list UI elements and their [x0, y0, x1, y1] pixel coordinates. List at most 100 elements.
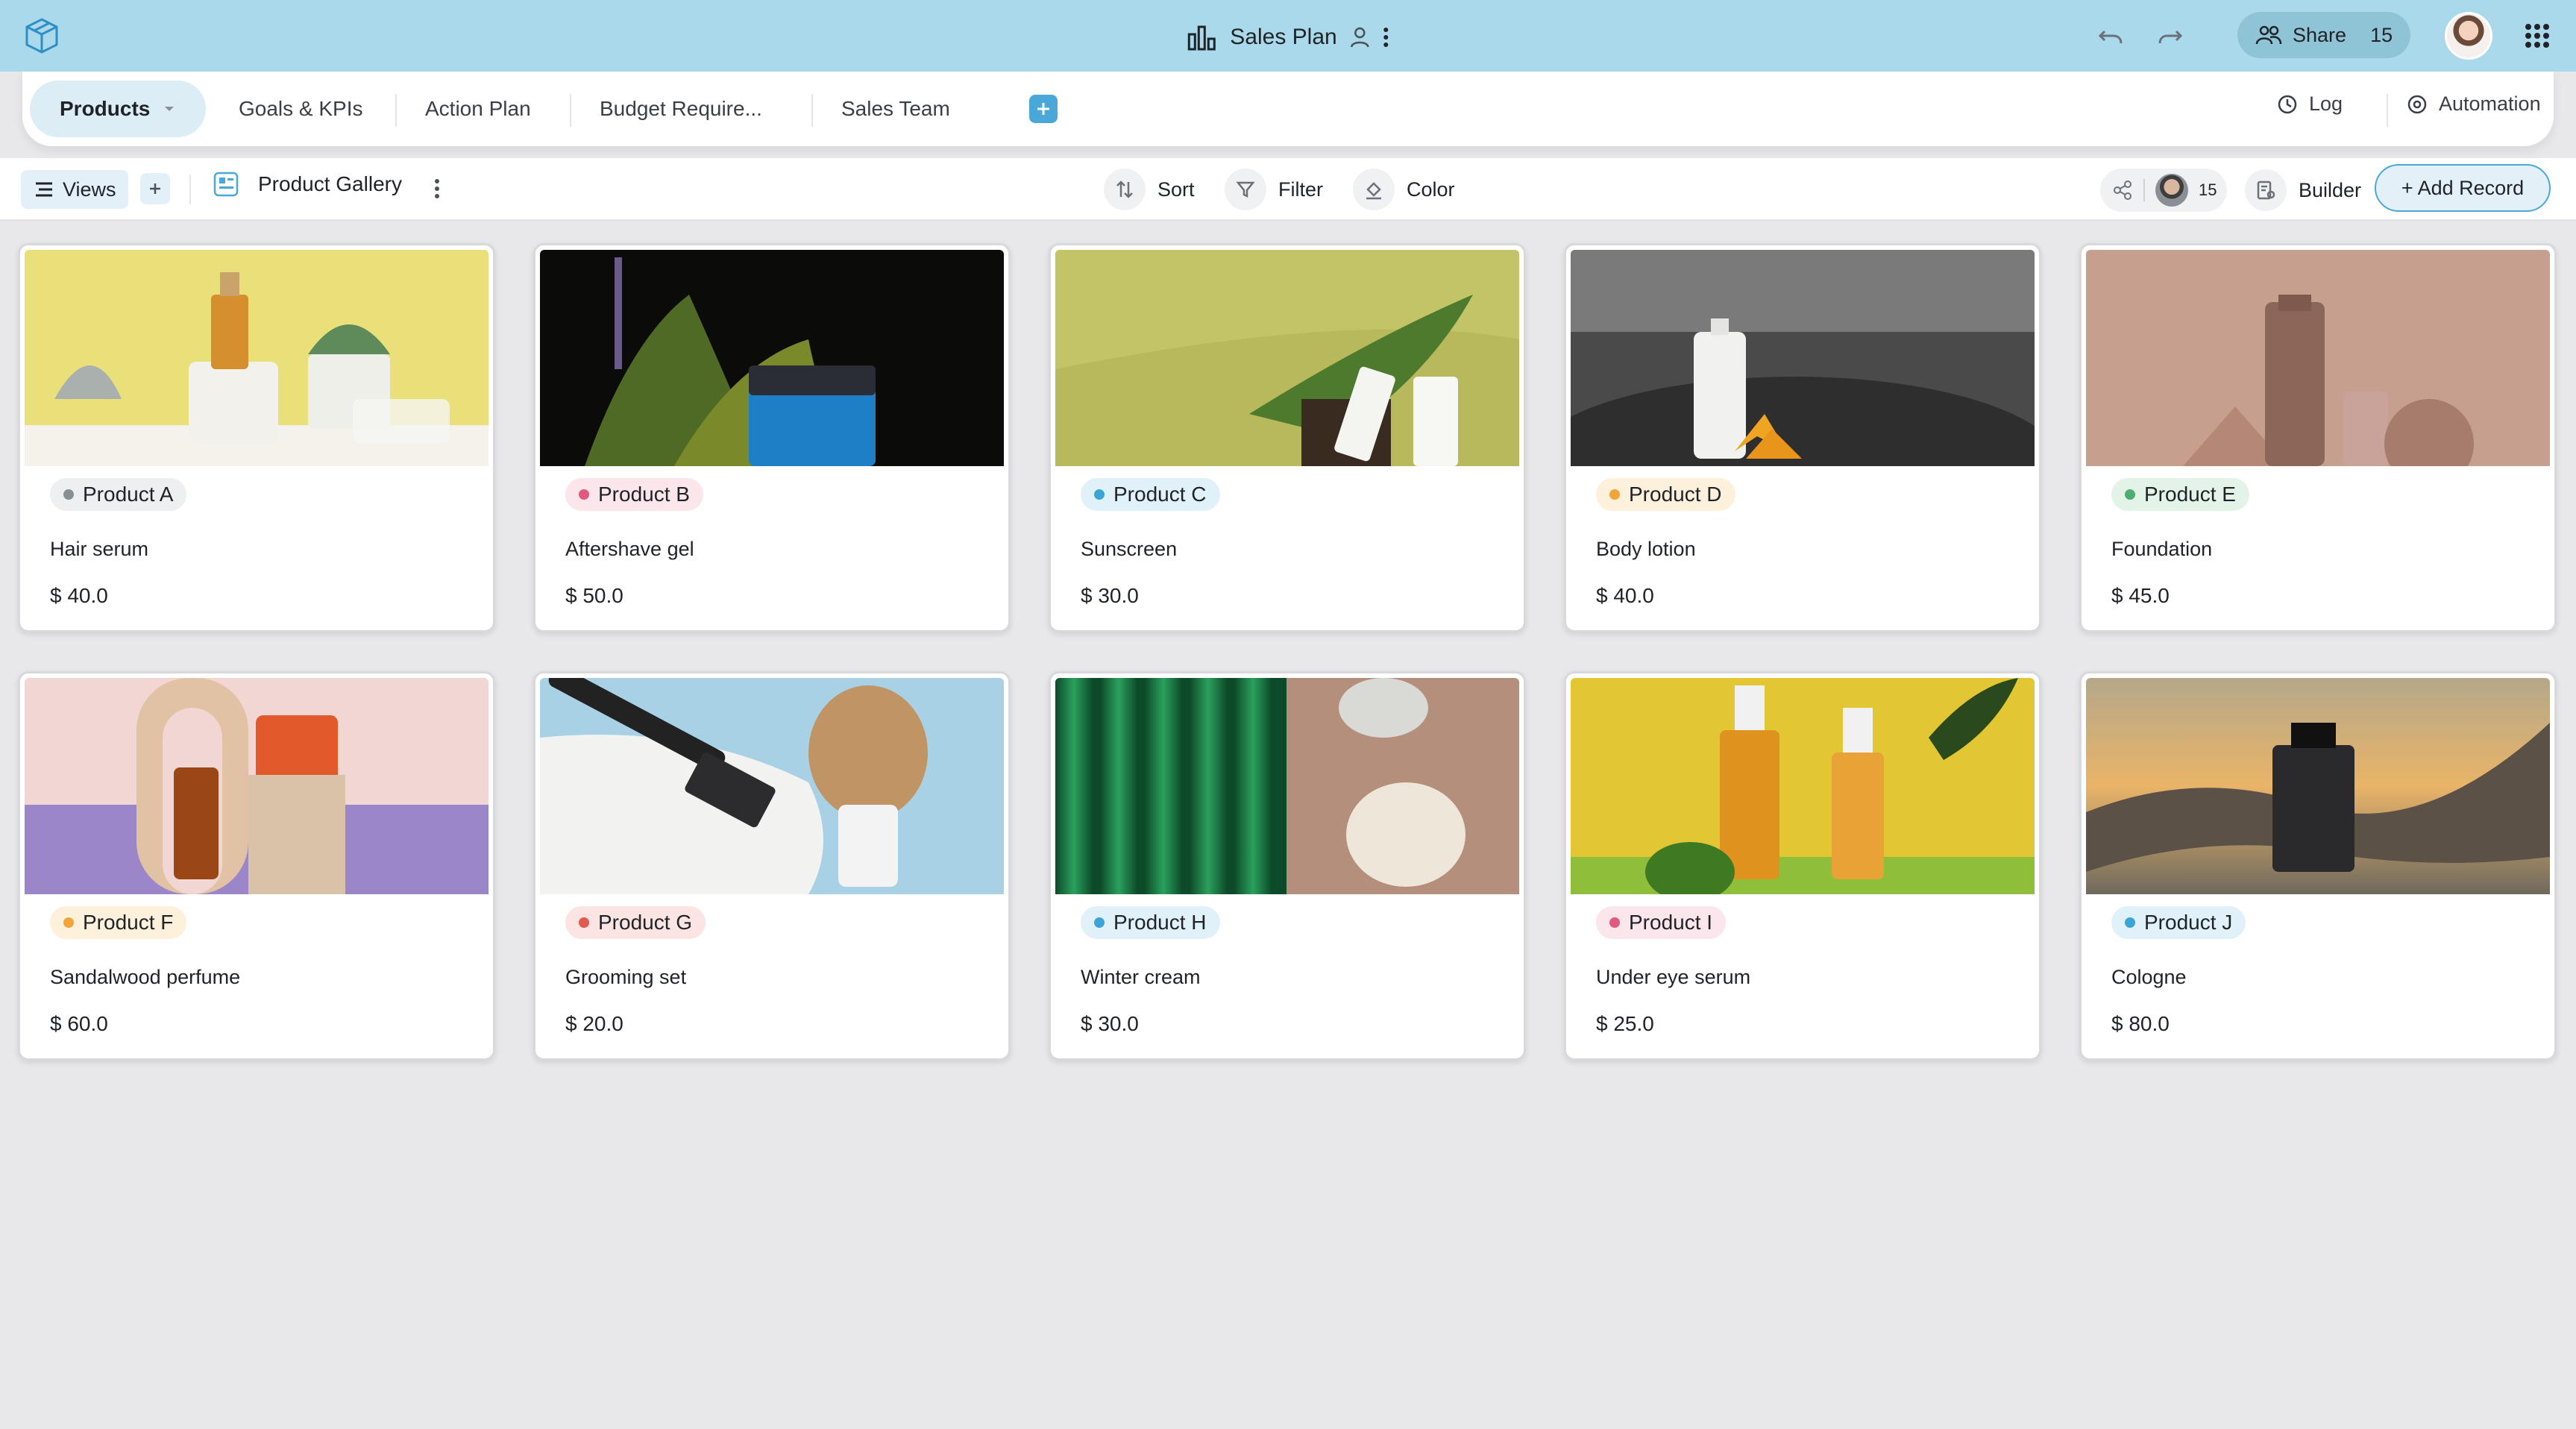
product-name: Sandalwood perfume [50, 966, 241, 988]
redo-icon[interactable] [2155, 21, 2185, 51]
filter-button[interactable]: Filter [1225, 169, 1323, 210]
product-price: $ 50.0 [565, 584, 623, 607]
gallery-card[interactable]: Product G Grooming set $ 20.0 [533, 671, 1011, 1061]
product-image [2086, 678, 2550, 894]
product-name: Grooming set [565, 966, 687, 988]
gallery-card[interactable]: Product I Under eye serum $ 25.0 [1564, 671, 2041, 1061]
product-name: Body lotion [1596, 538, 1696, 560]
tab-goals-kpis[interactable]: Goals & KPIs [239, 81, 363, 137]
filter-icon [1225, 169, 1266, 210]
gallery-card[interactable]: Product C Sunscreen $ 30.0 [1049, 243, 1526, 632]
share-button[interactable]: Share 15 [2237, 12, 2410, 58]
tag-label: Product H [1113, 911, 1207, 934]
product-tag: Product B [565, 478, 703, 511]
gallery-card[interactable]: Product E Foundation $ 45.0 [2079, 243, 2557, 632]
color-button[interactable]: Color [1353, 169, 1455, 210]
log-button[interactable]: Log [2276, 92, 2343, 116]
product-image [540, 250, 1004, 466]
tag-dot [579, 489, 589, 500]
tag-label: Product D [1629, 483, 1722, 506]
tab-budget-requirements[interactable]: Budget Require... [600, 81, 762, 137]
view-name: Product Gallery [258, 172, 402, 195]
product-price: $ 40.0 [1596, 584, 1654, 607]
tab-divider [811, 94, 813, 127]
app-logo-icon[interactable] [22, 16, 61, 55]
product-price: $ 45.0 [2111, 584, 2170, 607]
product-price: $ 20.0 [565, 1012, 623, 1035]
product-price: $ 60.0 [50, 1012, 108, 1035]
divider [2387, 94, 2388, 127]
builder-button[interactable]: Builder [2245, 169, 2361, 212]
tag-dot [63, 489, 74, 500]
product-tag: Product D [1596, 478, 1735, 511]
chevron-down-icon[interactable] [163, 105, 175, 113]
product-tag: Product G [565, 906, 706, 939]
product-image [1571, 250, 2035, 466]
title-more-icon[interactable] [1383, 26, 1389, 48]
sort-button[interactable]: Sort [1104, 169, 1195, 210]
product-gallery: Product A Hair serum $ 40.0 Product B Af… [0, 221, 2576, 1429]
add-tab-button[interactable] [1029, 95, 1058, 123]
view-toolbar: Views Product Gallery Sort Filter Color … [0, 158, 2576, 221]
tab-sales-team[interactable]: Sales Team [841, 81, 950, 137]
tag-dot [1609, 489, 1620, 500]
tab-label: Budget Require... [600, 97, 762, 120]
tab-label: Action Plan [425, 97, 531, 120]
sort-icon [1104, 169, 1146, 210]
user-avatar[interactable] [2445, 12, 2492, 60]
views-label: Views [63, 178, 116, 201]
tag-label: Product J [2144, 911, 2233, 934]
tag-label: Product F [83, 911, 174, 934]
undo-icon[interactable] [2096, 21, 2126, 51]
automation-icon [2406, 93, 2428, 116]
add-view-button[interactable] [140, 173, 170, 204]
share-nodes-icon [2112, 180, 2133, 201]
builder-label: Builder [2299, 178, 2362, 201]
gallery-card[interactable]: Product D Body lotion $ 40.0 [1564, 243, 2041, 632]
log-label: Log [2309, 92, 2343, 115]
product-image [1055, 678, 1519, 894]
builder-icon [2245, 169, 2287, 211]
collaborator-avatar [2155, 174, 2188, 207]
tag-label: Product C [1113, 483, 1207, 506]
paint-bucket-icon [1353, 169, 1395, 210]
product-name: Cologne [2111, 966, 2187, 988]
product-tag: Product F [50, 906, 187, 939]
product-price: $ 30.0 [1081, 584, 1139, 607]
product-tag: Product I [1596, 906, 1727, 939]
collaborators-button[interactable]: 15 [2100, 169, 2227, 212]
add-record-button[interactable]: + Add Record [2375, 164, 2551, 212]
apps-grid-icon[interactable] [2524, 22, 2551, 49]
collaborator-count: 15 [2199, 180, 2217, 199]
tab-divider [395, 94, 397, 127]
collaborator-icon[interactable] [1351, 26, 1370, 48]
view-more-icon[interactable] [434, 178, 440, 200]
divider [2143, 179, 2145, 201]
add-record-label: + Add Record [2401, 176, 2525, 199]
product-name: Sunscreen [1081, 538, 1178, 560]
product-name: Under eye serum [1596, 966, 1751, 988]
gallery-card[interactable]: Product H Winter cream $ 30.0 [1049, 671, 1526, 1061]
product-image [25, 678, 489, 894]
current-view[interactable]: Product Gallery [213, 172, 402, 197]
gallery-card[interactable]: Product A Hair serum $ 40.0 [18, 243, 495, 632]
automation-button[interactable]: Automation [2406, 92, 2541, 116]
gallery-card[interactable]: Product F Sandalwood perfume $ 60.0 [18, 671, 495, 1061]
tag-label: Product A [83, 483, 174, 506]
tab-label: Goals & KPIs [239, 97, 363, 120]
tab-action-plan[interactable]: Action Plan [425, 81, 531, 137]
tag-dot [579, 917, 589, 928]
document-title[interactable]: Sales Plan [1230, 25, 1336, 50]
automation-label: Automation [2439, 92, 2541, 115]
gallery-card[interactable]: Product J Cologne $ 80.0 [2079, 671, 2557, 1061]
plus-icon [150, 183, 160, 194]
sheet-tabs-bar: Products Goals & KPIs Action Plan Budget… [22, 72, 2554, 146]
gallery-card[interactable]: Product B Aftershave gel $ 50.0 [533, 243, 1011, 632]
views-button[interactable]: Views [21, 170, 128, 209]
color-label: Color [1407, 178, 1455, 201]
tag-label: Product G [598, 911, 693, 934]
document-title-area: Sales Plan [1187, 18, 1389, 57]
product-tag: Product J [2111, 906, 2246, 939]
tab-label: Sales Team [841, 97, 950, 120]
tab-products[interactable]: Products [30, 81, 206, 137]
